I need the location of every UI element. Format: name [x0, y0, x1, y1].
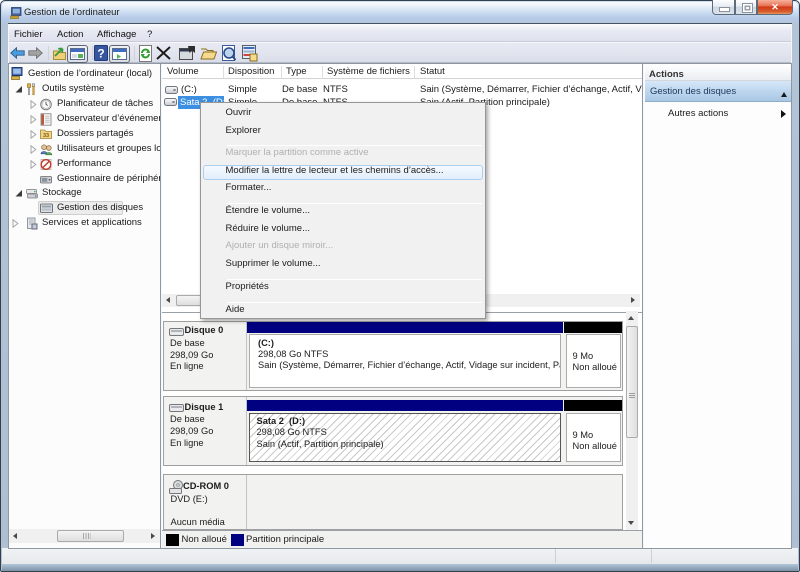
svg-text:?: ?: [97, 47, 104, 61]
svg-text:33: 33: [43, 133, 49, 139]
